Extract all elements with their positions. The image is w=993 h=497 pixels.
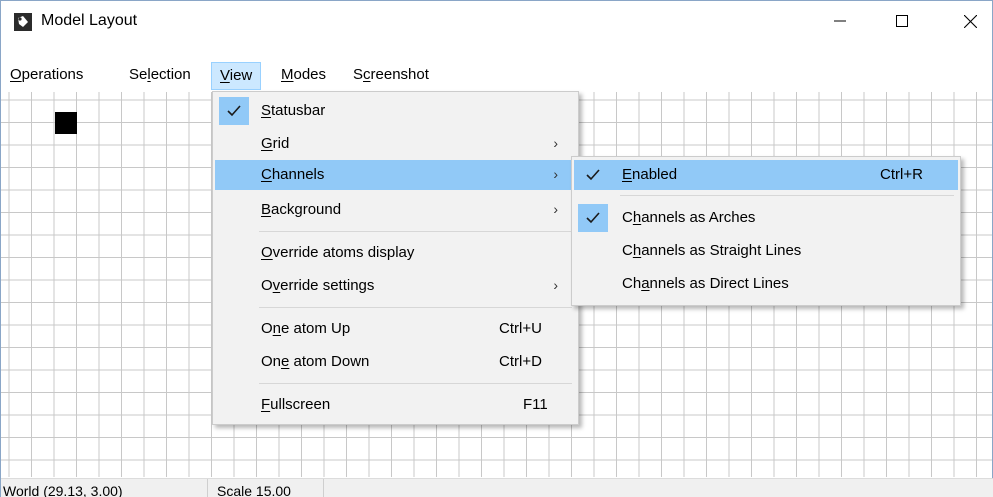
menu-item-grid[interactable]: Grid › [215, 129, 576, 159]
straight-lines-label: annels as Straight Lines [641, 242, 802, 259]
menu-selection[interactable]: Selection [129, 62, 191, 90]
menu-item-channels-as-arches[interactable]: Channels as Arches [574, 203, 958, 233]
menu-modes-mnemonic: M [281, 66, 294, 83]
status-separator [323, 479, 324, 497]
menu-item-channels[interactable]: Channels › [215, 160, 576, 190]
view-menu-dropdown: Statusbar Grid › Channels › Background ›… [212, 91, 579, 425]
one-atom-up-label-start: O [261, 320, 273, 337]
menu-screenshot[interactable]: Screenshot [353, 62, 429, 90]
status-separator [207, 479, 208, 497]
menu-separator [620, 195, 954, 196]
status-bar: World (29.13, 3.00) Scale 15.00 [1, 478, 993, 497]
menu-separator [259, 383, 572, 384]
menu-item-channels-as-straight-lines[interactable]: Channels as Straight Lines [574, 236, 958, 266]
menu-screenshot-label: reenshot [370, 66, 429, 83]
chevron-right-icon: › [553, 201, 558, 217]
check-icon [219, 97, 249, 125]
menu-view-mnemonic: V [220, 67, 230, 84]
world-coordinates: World (29.13, 3.00) [3, 483, 123, 497]
one-atom-up-label: e atom Up [281, 320, 351, 337]
menu-operations[interactable]: Operations [10, 62, 83, 90]
menu-modes-label: odes [293, 66, 327, 83]
menu-selection-label-start: Se [129, 66, 148, 83]
close-icon [963, 14, 977, 28]
menu-separator [259, 307, 572, 308]
menu-operations-mnemonic: O [10, 66, 22, 83]
menu-bar: Operations Selection View Modes Screensh… [1, 62, 992, 90]
one-atom-up-shortcut: Ctrl+U [499, 320, 542, 337]
menu-item-background[interactable]: Background › [215, 195, 576, 225]
channels-label: hannels [271, 166, 325, 183]
enabled-mnemonic: E [622, 166, 633, 183]
enabled-shortcut: Ctrl+R [880, 166, 923, 183]
menu-item-override-settings[interactable]: Override settings › [215, 271, 576, 301]
arches-label: annels as Arches [641, 209, 756, 226]
menu-view[interactable]: View [211, 62, 262, 90]
background-mnemonic: B [261, 201, 272, 218]
minimize-button[interactable] [817, 1, 863, 41]
override-settings-label-start: O [261, 277, 273, 294]
window-title: Model Layout [41, 12, 138, 29]
channels-mnemonic: C [261, 166, 272, 183]
arches-label-start: C [622, 209, 633, 226]
statusbar-mnemonic: S [261, 102, 272, 119]
straight-lines-mnemonic: h [632, 242, 642, 259]
menu-item-one-atom-up[interactable]: One atom Up Ctrl+U [215, 314, 576, 344]
arches-mnemonic: h [632, 209, 642, 226]
app-window: Model Layout Operations Selection View M… [0, 0, 993, 497]
menu-view-label: iew [229, 67, 253, 84]
one-atom-down-label: atom Down [289, 353, 370, 370]
statusbar-label: tatusbar [271, 102, 326, 119]
app-logo-icon [14, 13, 32, 31]
scale-readout: Scale 15.00 [217, 483, 291, 497]
one-atom-down-shortcut: Ctrl+D [499, 353, 542, 370]
grid-mnemonic: G [261, 135, 273, 152]
override-atoms-label: verride atoms display [272, 244, 415, 261]
direct-lines-label: nnels as Direct Lines [649, 275, 789, 292]
menu-item-fullscreen[interactable]: Fullscreen F11 [215, 390, 576, 420]
straight-lines-label-start: C [622, 242, 633, 259]
fullscreen-mnemonic: F [261, 396, 271, 413]
chevron-right-icon: › [553, 166, 558, 182]
check-icon [578, 204, 608, 232]
menu-operations-label: perations [21, 66, 84, 83]
override-settings-label: erride settings [280, 277, 375, 294]
menu-selection-label: ection [150, 66, 191, 83]
menu-item-one-atom-down[interactable]: One atom Down Ctrl+D [215, 347, 576, 377]
close-button[interactable] [947, 1, 993, 41]
one-atom-down-label-start: On [261, 353, 282, 370]
channels-submenu: Enabled Ctrl+R Channels as Arches Channe… [571, 156, 961, 306]
title-bar: Model Layout [1, 1, 992, 41]
menu-screenshot-mnemonic: c [363, 66, 371, 83]
one-atom-up-mnemonic: n [272, 320, 282, 337]
background-label: ackground [271, 201, 342, 218]
fullscreen-label: ullscreen [270, 396, 331, 413]
check-icon [578, 161, 608, 189]
menu-separator [259, 231, 572, 232]
menu-modes[interactable]: Modes [281, 62, 326, 90]
override-atoms-mnemonic: O [261, 244, 273, 261]
menu-item-statusbar[interactable]: Statusbar [215, 96, 576, 126]
direct-lines-label-start: Ch [622, 275, 642, 292]
menu-item-channels-as-direct-lines[interactable]: Channels as Direct Lines [574, 269, 958, 299]
minimize-icon [834, 20, 846, 22]
maximize-icon [896, 15, 908, 27]
chevron-right-icon: › [553, 135, 558, 151]
fullscreen-shortcut: F11 [523, 396, 548, 413]
enabled-label: nabled [632, 166, 678, 183]
direct-lines-mnemonic: a [641, 275, 650, 292]
maximize-button[interactable] [879, 1, 925, 41]
chevron-right-icon: › [553, 277, 558, 293]
grid-label: rid [272, 135, 290, 152]
menu-item-override-atoms-display[interactable]: Override atoms display [215, 238, 576, 268]
menu-screenshot-label-start: S [353, 66, 364, 83]
menu-item-enabled[interactable]: Enabled Ctrl+R [574, 160, 958, 190]
atom-block[interactable] [55, 112, 77, 134]
